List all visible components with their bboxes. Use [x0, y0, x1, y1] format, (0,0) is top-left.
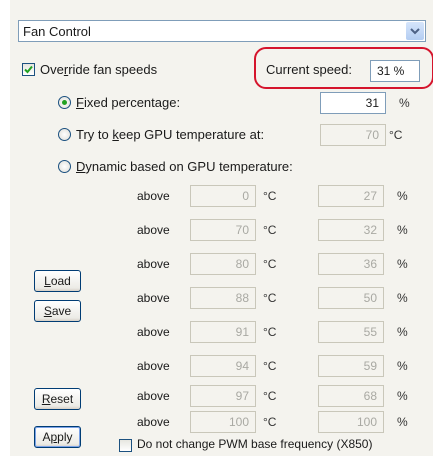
temp-unit: °C — [263, 359, 277, 373]
temp-input[interactable]: 94 — [190, 355, 256, 377]
fixed-percentage-input[interactable]: 31 — [320, 92, 386, 114]
row-label: above — [137, 257, 170, 271]
dynamic-radio[interactable] — [58, 160, 71, 173]
speed-unit: % — [397, 389, 408, 403]
temp-input[interactable]: 80 — [190, 253, 256, 275]
temp-input[interactable]: 100 — [190, 411, 256, 433]
temp-unit: °C — [263, 223, 277, 237]
dropdown-button[interactable] — [406, 22, 424, 40]
reset-button[interactable]: Reset — [34, 388, 81, 410]
temp-unit: °C — [263, 415, 277, 429]
temp-input[interactable]: 0 — [190, 185, 256, 207]
keep-temperature-label: Try to keep GPU temperature at: — [76, 127, 265, 142]
row-label: above — [137, 189, 170, 203]
speed-input[interactable]: 59 — [318, 355, 384, 377]
speed-input[interactable]: 55 — [318, 321, 384, 343]
pwm-checkbox[interactable] — [119, 439, 132, 452]
keep-temperature-unit: °C — [389, 128, 403, 142]
speed-input[interactable]: 68 — [318, 385, 384, 407]
fixed-percentage-unit: % — [399, 96, 410, 110]
apply-button[interactable]: Apply — [34, 426, 81, 448]
speed-unit: % — [397, 189, 408, 203]
temp-unit: °C — [263, 189, 277, 203]
pwm-label: Do not change PWM base frequency (X850) — [137, 437, 373, 451]
row-label: above — [137, 325, 170, 339]
fan-control-panel: { "fan_control": { "dropdown_value": "Fa… — [0, 0, 433, 456]
speed-input[interactable]: 32 — [318, 219, 384, 241]
fixed-percentage-radio[interactable] — [58, 96, 71, 109]
row-label: above — [137, 359, 170, 373]
current-speed-value: 31 % — [370, 60, 420, 82]
current-speed-label: Current speed: — [266, 62, 352, 77]
chevron-down-icon — [410, 28, 420, 35]
temp-input[interactable]: 88 — [190, 287, 256, 309]
speed-unit: % — [397, 325, 408, 339]
speed-unit: % — [397, 223, 408, 237]
row-label: above — [137, 223, 170, 237]
speed-input[interactable]: 36 — [318, 253, 384, 275]
temp-input[interactable]: 97 — [190, 385, 256, 407]
save-button[interactable]: Save — [34, 300, 81, 322]
dropdown-value: Fan Control — [23, 24, 91, 39]
temp-unit: °C — [263, 389, 277, 403]
row-label: above — [137, 415, 170, 429]
temp-unit: °C — [263, 325, 277, 339]
speed-unit: % — [397, 257, 408, 271]
temp-unit: °C — [263, 291, 277, 305]
keep-temperature-input[interactable]: 70 — [320, 124, 386, 146]
checkmark-icon — [24, 65, 33, 74]
speed-input[interactable]: 50 — [318, 287, 384, 309]
fan-control-dropdown[interactable]: Fan Control — [18, 20, 426, 42]
temp-unit: °C — [263, 257, 277, 271]
speed-unit: % — [397, 291, 408, 305]
speed-unit: % — [397, 415, 408, 429]
temp-input[interactable]: 70 — [190, 219, 256, 241]
keep-temperature-radio[interactable] — [58, 128, 71, 141]
override-label: Override fan speeds — [40, 62, 158, 77]
temp-input[interactable]: 91 — [190, 321, 256, 343]
speed-unit: % — [397, 359, 408, 373]
dynamic-label: Dynamic based on GPU temperature: — [76, 159, 293, 174]
load-button[interactable]: Load — [34, 270, 81, 292]
row-label: above — [137, 291, 170, 305]
row-label: above — [137, 389, 170, 403]
override-checkbox[interactable] — [22, 63, 35, 76]
fixed-percentage-label: Fixed percentage: — [76, 95, 181, 110]
speed-input[interactable]: 27 — [318, 185, 384, 207]
speed-input[interactable]: 100 — [318, 411, 384, 433]
